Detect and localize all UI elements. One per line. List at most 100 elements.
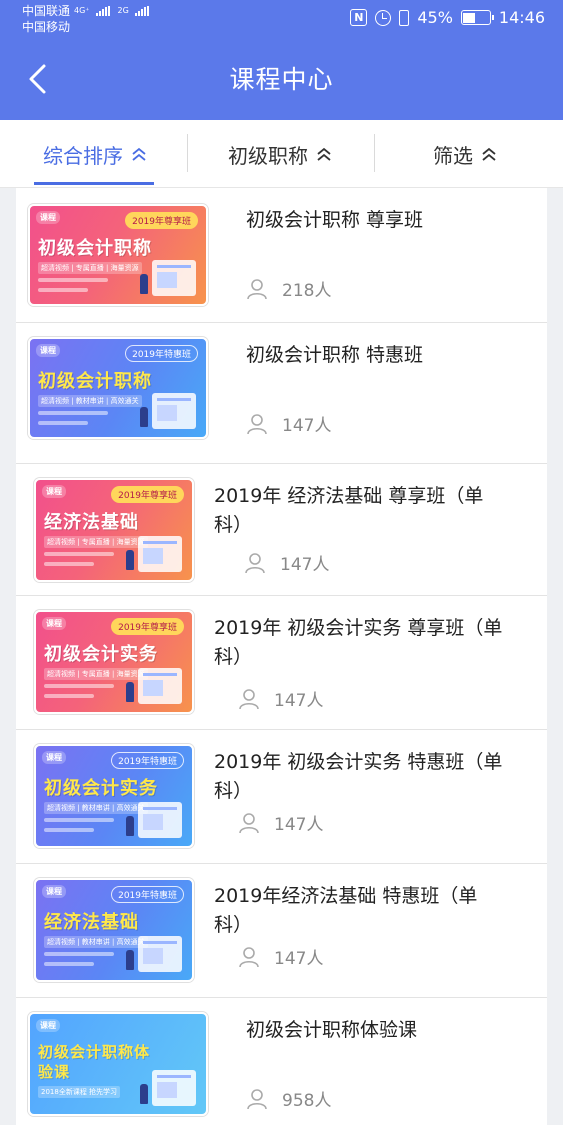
- decor-line: [38, 278, 108, 282]
- brand-logo: 课程: [42, 485, 66, 498]
- monitor-illustration: [138, 668, 182, 704]
- monitor-illustration: [138, 536, 182, 572]
- student-count: 147人: [238, 944, 323, 969]
- tab-category[interactable]: 初级职称: [200, 120, 360, 188]
- course-item[interactable]: 课程 2019年尊享班 初级会计实务 超清视频 | 专属直播 | 海量资源 20…: [16, 596, 547, 730]
- course-item[interactable]: 课程 2019年尊享班 初级会计职称 超清视频 | 专属直播 | 海量资源 初级…: [16, 188, 547, 323]
- course-item[interactable]: 课程 初级会计职称体验课 2018全新课程 抢先学习 初级会计职称体验课 958…: [16, 998, 547, 1125]
- student-count-value: 147人: [274, 691, 324, 711]
- course-item[interactable]: 课程 2019年特惠班 经济法基础 超清视频 | 教材串讲 | 高效通关 201…: [16, 864, 547, 998]
- person-illustration: [140, 274, 148, 294]
- signal-icon: [95, 6, 110, 16]
- carrier-2-name: 中国移动: [22, 20, 71, 34]
- tab-label: 筛选: [433, 143, 473, 168]
- list-gutter: [547, 188, 563, 1125]
- filter-tabs: 综合排序 初级职称 筛选: [0, 120, 563, 188]
- chevron-up-double-icon: [132, 147, 146, 161]
- battery-percent: 45%: [417, 8, 453, 27]
- person-illustration: [126, 550, 134, 570]
- status-icons: N 45% 14:46: [350, 8, 545, 27]
- student-count: 147人: [238, 810, 323, 835]
- tab-filter[interactable]: 筛选: [390, 120, 540, 188]
- student-count: 958人: [246, 1086, 331, 1111]
- chevron-up-double-icon: [317, 147, 331, 161]
- course-thumbnail: 课程 2019年特惠班 初级会计实务 超清视频 | 教材串讲 | 高效通关: [34, 744, 194, 848]
- thumbnail-tag: 2019年特惠班: [111, 886, 184, 903]
- decor-line: [38, 288, 88, 292]
- thumbnail-subtitle: 超清视频 | 教材串讲 | 高效通关: [44, 802, 148, 814]
- alarm-icon: [375, 9, 392, 26]
- thumbnail-subtitle: 超清视频 | 专属直播 | 海量资源: [44, 536, 148, 548]
- user-icon: [247, 413, 267, 434]
- thumbnail-subtitle: 超清视频 | 教材串讲 | 高效通关: [38, 395, 142, 407]
- decor-line: [44, 818, 114, 822]
- student-count-value: 218人: [282, 281, 332, 301]
- brand-logo: 课程: [42, 885, 66, 898]
- course-list: 课程 2019年尊享班 初级会计职称 超清视频 | 专属直播 | 海量资源 初级…: [16, 188, 547, 1125]
- user-icon: [239, 688, 259, 709]
- tab-label: 初级职称: [228, 143, 308, 168]
- decor-line: [44, 962, 94, 966]
- thumbnail-tag: 2019年尊享班: [111, 486, 184, 503]
- user-icon: [245, 552, 265, 573]
- course-thumbnail: 课程 2019年尊享班 初级会计实务 超清视频 | 专属直播 | 海量资源: [34, 610, 194, 714]
- course-item[interactable]: 课程 2019年特惠班 初级会计实务 超清视频 | 教材串讲 | 高效通关 20…: [16, 730, 547, 864]
- tab-sort[interactable]: 综合排序: [20, 120, 170, 188]
- monitor-illustration: [152, 1070, 196, 1106]
- decor-line: [44, 684, 114, 688]
- carrier-1-name: 中国联通: [22, 4, 71, 18]
- thumbnail-title: 初级会计实务: [44, 644, 158, 665]
- person-illustration: [126, 950, 134, 970]
- brand-logo: 课程: [36, 344, 60, 357]
- person-illustration: [140, 1084, 148, 1104]
- thumbnail-title: 初级会计职称: [38, 238, 152, 259]
- course-thumbnail: 课程 2019年特惠班 初级会计职称 超清视频 | 教材串讲 | 高效通关: [28, 337, 208, 439]
- thumbnail-subtitle: 超清视频 | 教材串讲 | 高效通关: [44, 936, 148, 948]
- decor-line: [38, 411, 108, 415]
- course-thumbnail: 课程 2019年特惠班 经济法基础 超清视频 | 教材串讲 | 高效通关: [34, 878, 194, 982]
- course-title: 初级会计职称 尊享班: [246, 209, 424, 231]
- decor-line: [38, 421, 88, 425]
- course-title: 初级会计职称 特惠班: [246, 344, 424, 366]
- brand-logo: 课程: [36, 1019, 60, 1032]
- tab-divider: [374, 134, 375, 172]
- monitor-illustration: [138, 936, 182, 972]
- battery-icon: [460, 10, 494, 25]
- course-title: 2019年 初级会计实务 特惠班（单科）: [214, 751, 503, 802]
- monitor-illustration: [138, 802, 182, 838]
- person-illustration: [126, 682, 134, 702]
- brand-logo: 课程: [36, 211, 60, 224]
- person-illustration: [140, 407, 148, 427]
- student-count: 147人: [244, 550, 329, 575]
- thumbnail-subtitle: 超清视频 | 专属直播 | 海量资源: [44, 668, 148, 680]
- user-icon: [247, 278, 267, 299]
- chevron-up-double-icon: [482, 147, 496, 161]
- student-count: 218人: [246, 276, 331, 301]
- student-count: 147人: [246, 411, 331, 436]
- student-count-value: 147人: [274, 815, 324, 835]
- thumbnail-title: 经济法基础: [44, 512, 139, 533]
- course-title: 2019年 初级会计实务 尊享班（单科）: [214, 617, 503, 668]
- decor-line: [44, 694, 94, 698]
- course-thumbnail: 课程 初级会计职称体验课 2018全新课程 抢先学习: [28, 1012, 208, 1116]
- brand-logo: 课程: [42, 617, 66, 630]
- thumbnail-subtitle: 超清视频 | 专属直播 | 海量资源: [38, 262, 142, 274]
- thumbnail-title: 初级会计职称: [38, 371, 152, 392]
- student-count: 147人: [238, 686, 323, 711]
- list-gutter: [0, 188, 16, 1125]
- thumbnail-tag: 2019年尊享班: [111, 618, 184, 635]
- tab-divider: [187, 134, 188, 172]
- thumbnail-title: 经济法基础: [44, 912, 139, 933]
- user-icon: [239, 946, 259, 967]
- course-item[interactable]: 课程 2019年特惠班 初级会计职称 超清视频 | 教材串讲 | 高效通关 初级…: [16, 323, 547, 464]
- course-item[interactable]: 课程 2019年尊享班 经济法基础 超清视频 | 专属直播 | 海量资源 201…: [16, 464, 547, 596]
- carrier-info: 中国联通 4G⁺ 2G 中国移动: [22, 3, 149, 35]
- thumbnail-title: 初级会计职称体验课: [38, 1043, 151, 1081]
- carrier-1-network: 4G⁺: [74, 6, 90, 15]
- decor-line: [44, 552, 114, 556]
- signal-icon: [134, 6, 149, 16]
- decor-line: [44, 952, 114, 956]
- active-tab-indicator: [34, 182, 154, 185]
- course-title: 初级会计职称体验课: [246, 1019, 418, 1041]
- person-illustration: [126, 816, 134, 836]
